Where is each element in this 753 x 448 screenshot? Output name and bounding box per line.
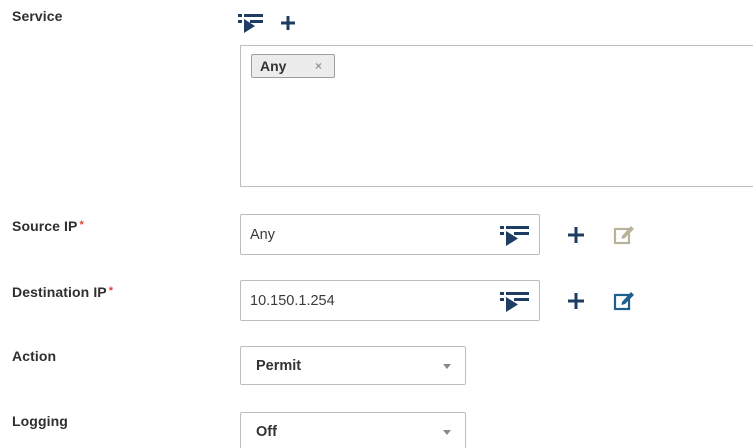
- required-marker: *: [108, 285, 114, 297]
- chip-remove-icon[interactable]: ×: [315, 55, 322, 77]
- add-source-ip-plus-icon[interactable]: [564, 223, 588, 247]
- action-select[interactable]: Permit: [240, 346, 466, 385]
- add-destination-ip-plus-icon[interactable]: [564, 289, 588, 313]
- action-selected-value: Permit: [256, 358, 302, 374]
- filter-list-icon[interactable]: [238, 14, 263, 33]
- source-ip-value: Any: [250, 227, 275, 243]
- required-marker: *: [79, 219, 84, 231]
- logging-selected-value: Off: [256, 424, 277, 440]
- source-ip-label-text: Source IP: [12, 218, 78, 234]
- chevron-down-icon: [443, 430, 451, 435]
- service-label: Service: [12, 8, 63, 24]
- filter-list-icon[interactable]: [499, 288, 531, 314]
- service-toolbar: [238, 14, 295, 33]
- destination-ip-field[interactable]: 10.150.1.254: [240, 280, 540, 321]
- plus-icon[interactable]: [281, 16, 295, 30]
- rule-form: Service Any × Source IP * Any Destinatio…: [0, 0, 753, 448]
- edit-destination-ip-edit-icon[interactable]: [612, 288, 636, 312]
- destination-ip-label: Destination IP *: [12, 284, 113, 300]
- service-chip-label: Any: [260, 58, 287, 74]
- destination-ip-label-text: Destination IP: [12, 284, 107, 300]
- service-label-text: Service: [12, 8, 63, 24]
- destination-ip-value: 10.150.1.254: [250, 293, 335, 309]
- service-chip-any: Any ×: [251, 54, 335, 78]
- logging-label: Logging: [12, 413, 68, 429]
- filter-list-icon[interactable]: [499, 222, 531, 248]
- chevron-down-icon: [443, 364, 451, 369]
- action-label: Action: [12, 348, 56, 364]
- action-label-text: Action: [12, 348, 57, 364]
- source-ip-field[interactable]: Any: [240, 214, 540, 255]
- edit-source-ip-edit-icon: [613, 226, 634, 245]
- logging-select[interactable]: Off: [240, 412, 466, 448]
- service-selection-box[interactable]: Any ×: [240, 45, 753, 187]
- logging-label-text: Logging: [12, 413, 68, 429]
- source-ip-label: Source IP *: [12, 218, 84, 234]
